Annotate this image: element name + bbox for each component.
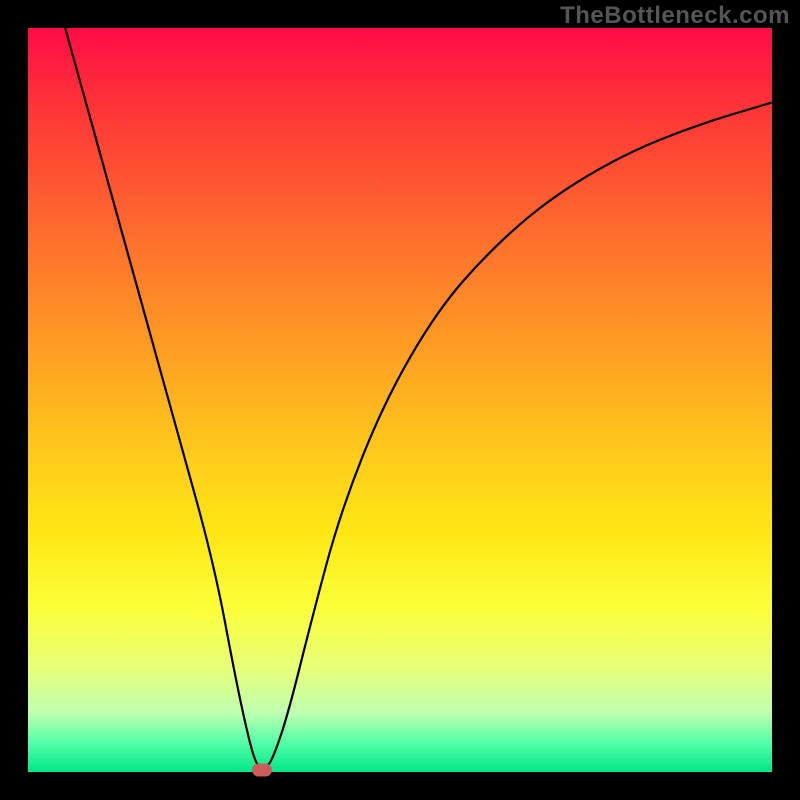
plot-area (28, 28, 772, 772)
bottleneck-curve (28, 28, 772, 772)
chart-frame: TheBottleneck.com (0, 0, 800, 800)
watermark-text: TheBottleneck.com (560, 2, 790, 30)
curve-path (65, 28, 772, 768)
optimum-marker (252, 763, 272, 776)
